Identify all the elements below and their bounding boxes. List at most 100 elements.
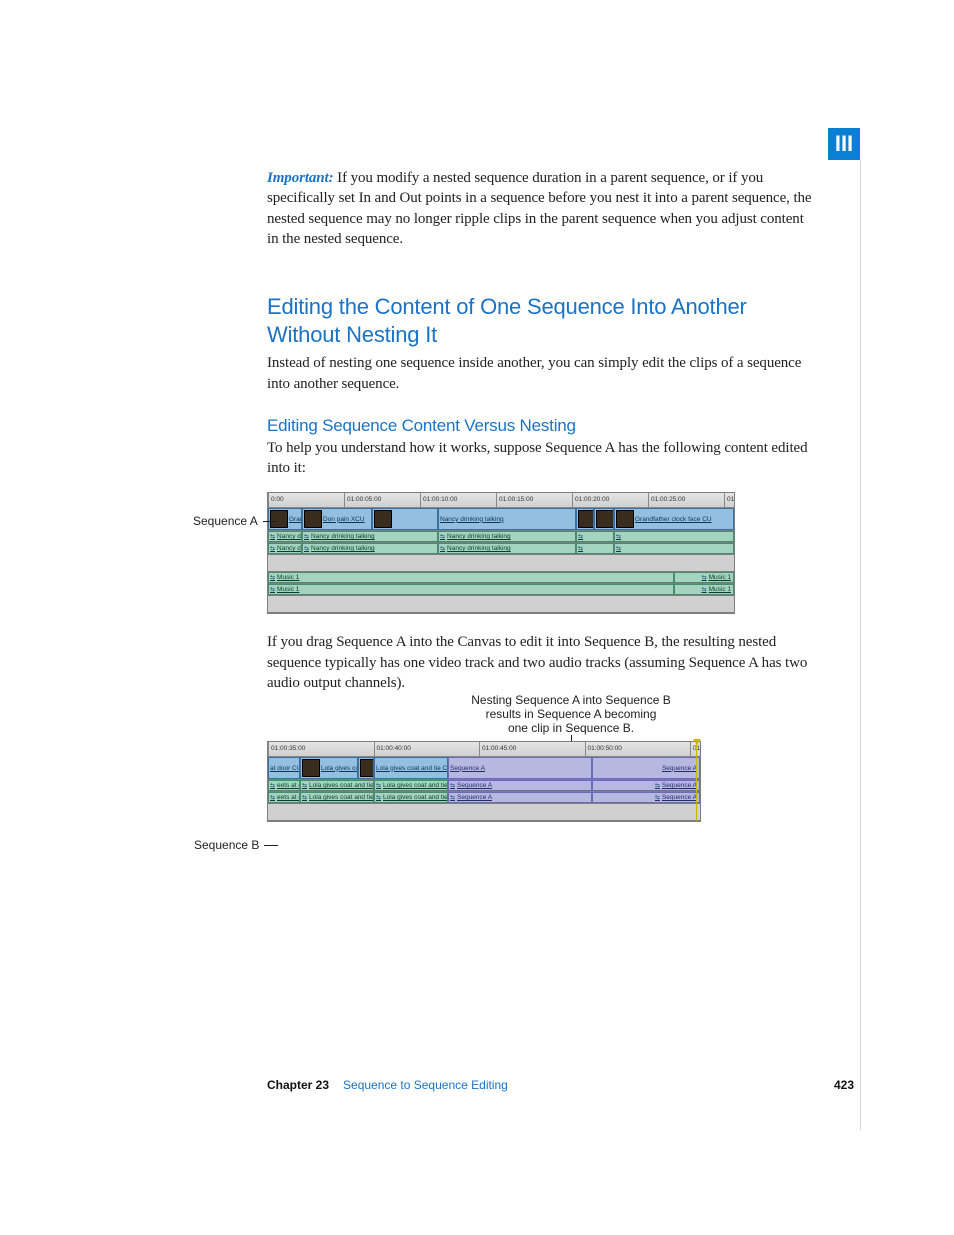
important-note: Important: If you modify a nested sequen…: [267, 168, 812, 249]
audio2-clip: Lola gives coat and tie CU: [374, 792, 448, 803]
main-content: Important: If you modify a nested sequen…: [267, 168, 812, 840]
audio2-clip: Sequence A: [448, 792, 592, 803]
video-track: Grandfather clock fDon pain XCUNancy dri…: [268, 508, 734, 531]
clip-label: eets at door: [277, 794, 300, 801]
audio1-track: Nancy drinl Nancy drinking talking Nancy d…: [268, 531, 734, 543]
ruler-tick: 01:00:35:00: [268, 742, 305, 757]
clip-thumbnail: [304, 510, 322, 528]
timeline-sequence-a: 0:0001:00:05:0001:00:10:0001:00:15:0001:…: [267, 492, 735, 614]
clip-label: Nancy drinking talking: [447, 545, 511, 552]
audio2-track: Nancy drinl Nancy drinking talking Nancy d…: [268, 543, 734, 555]
audio2-clip: Nancy drinking talking: [438, 543, 576, 554]
stereo-link-icon: [270, 533, 276, 540]
clip-label: Don pain XCU: [323, 516, 365, 523]
clip-label: Nancy drinking talking: [440, 516, 504, 523]
heading-h3: Editing Sequence Content Versus Nesting: [267, 416, 812, 436]
stereo-link-icon: [440, 545, 446, 552]
ruler-tick: 01:00:30:00: [724, 493, 734, 508]
stereo-link-icon: [302, 782, 308, 789]
audio2-clip: Nancy drinking talking: [302, 543, 438, 554]
section-vertical-rule: [860, 160, 861, 1130]
page-footer: Chapter 23 Sequence to Sequence Editing …: [267, 1078, 854, 1092]
music1-clip: Music 1: [674, 572, 734, 583]
clip-thumbnail: [578, 510, 594, 528]
footer-page-number: 423: [834, 1078, 854, 1092]
playhead: [696, 742, 697, 821]
callout-nesting-line2: results in Sequence A becoming: [441, 707, 701, 721]
heading-h2: Editing the Content of One Sequence Into…: [267, 293, 812, 349]
timeline-sequence-b: 01:00:35:0001:00:40:0001:00:45:0001:00:5…: [267, 741, 701, 822]
callout-nesting: Nesting Sequence A into Sequence B resul…: [441, 693, 701, 735]
video-clip: [594, 508, 614, 530]
music1-clip: Music 1: [268, 572, 674, 583]
callout-sequence-b: Sequence B: [194, 838, 278, 852]
clip-label: Nancy drinking talking: [311, 533, 375, 540]
clip-label: Nancy drinking talking: [311, 545, 375, 552]
video-clip: at door CU: [268, 757, 300, 779]
audio2-clip: [614, 543, 734, 554]
stereo-link-icon: [270, 794, 276, 801]
clip-thumbnail: [374, 510, 392, 528]
ruler-tick: 01:00:10:00: [420, 493, 457, 508]
video-clip: Lola gives coat and tie: [300, 757, 358, 779]
clip-label: Sequence A: [662, 782, 697, 789]
audio2-track: eets at doorLola gives coat and tie WS Lo…: [268, 792, 700, 804]
timeline-ruler: 0:0001:00:05:0001:00:10:0001:00:15:0001:…: [268, 493, 734, 508]
clip-label: Nancy drinl: [277, 533, 302, 540]
audio2-clip: Sequence A: [592, 792, 700, 803]
audio2-clip: Lola gives coat and tie WS: [300, 792, 374, 803]
clip-label: eets at door: [277, 782, 300, 789]
callout-sequence-a: Sequence A: [193, 514, 277, 528]
stereo-link-icon: [655, 782, 661, 789]
ruler-tick: 01:00:25:00: [648, 493, 685, 508]
video-clip: Grandfather clock face CU: [614, 508, 734, 530]
stereo-link-icon: [616, 533, 622, 540]
stereo-link-icon: [440, 533, 446, 540]
stereo-link-icon: [450, 794, 456, 801]
stereo-link-icon: [702, 574, 708, 581]
music2-clip: Music 1: [674, 584, 734, 595]
stereo-link-icon: [655, 794, 661, 801]
clip-label: Lola gives coat and tie CU: [383, 794, 448, 801]
callout-nesting-line1: Nesting Sequence A into Sequence B: [441, 693, 701, 707]
para-result: If you drag Sequence A into the Canvas t…: [267, 632, 812, 693]
figure-sequence-b: Nesting Sequence A into Sequence B resul…: [267, 741, 812, 822]
stereo-link-icon: [270, 586, 276, 593]
stereo-link-icon: [304, 533, 310, 540]
clip-label: Music 1: [277, 586, 299, 593]
stereo-link-icon: [616, 545, 622, 552]
audio1-clip: [614, 531, 734, 542]
audio2-clip: [576, 543, 614, 554]
clip-label: Sequence A: [457, 782, 492, 789]
clip-label: Nancy drinl: [277, 545, 302, 552]
music1-track: Music 1 Music 1: [268, 572, 734, 584]
clip-label: Lola gives coat and tie: [321, 765, 358, 772]
audio1-clip: Nancy drinking talking: [438, 531, 576, 542]
audio1-clip: Sequence A: [448, 780, 592, 791]
audio1-track: eets at door Lola gives coat and tie WSLo…: [268, 780, 700, 792]
track-spacer: [268, 804, 700, 821]
stereo-link-icon: [376, 782, 382, 789]
figure-sequence-a: 0:0001:00:05:0001:00:10:0001:00:15:0001:…: [267, 492, 812, 614]
audio2-clip: Nancy drinl: [268, 543, 302, 554]
audio1-clip: Sequence A: [592, 780, 700, 791]
ruler-tick: 01:00:15:00: [496, 493, 533, 508]
ruler-tick: 01:00:40:00: [374, 742, 411, 757]
clip-label: Music 1: [277, 574, 299, 581]
audio1-clip: eets at door: [268, 780, 300, 791]
video-track: at door CU Lola gives coat and tie Lola gi…: [268, 757, 700, 780]
clip-label: Lola gives coat and tie WS: [309, 782, 374, 789]
clip-label: Nancy drinking talking: [447, 533, 511, 540]
clip-label: Music 1: [709, 586, 731, 593]
music2-track: Music 1 Music 1: [268, 584, 734, 596]
footer-chapter-label: Chapter 23: [267, 1078, 329, 1092]
video-clip: Sequence A: [592, 757, 700, 779]
audio1-clip: Lola gives coat and tie CU: [374, 780, 448, 791]
important-label: Important:: [267, 170, 334, 186]
ruler-tick: 0:00: [268, 493, 284, 508]
audio1-clip: Nancy drinking talking: [302, 531, 438, 542]
clip-label: Grandfather clock face CU: [635, 516, 712, 523]
video-clip: Lola gives coat and tie CU: [374, 757, 448, 779]
audio1-clip: Lola gives coat and tie WS: [300, 780, 374, 791]
important-text: If you modify a nested sequence duration…: [267, 170, 811, 247]
